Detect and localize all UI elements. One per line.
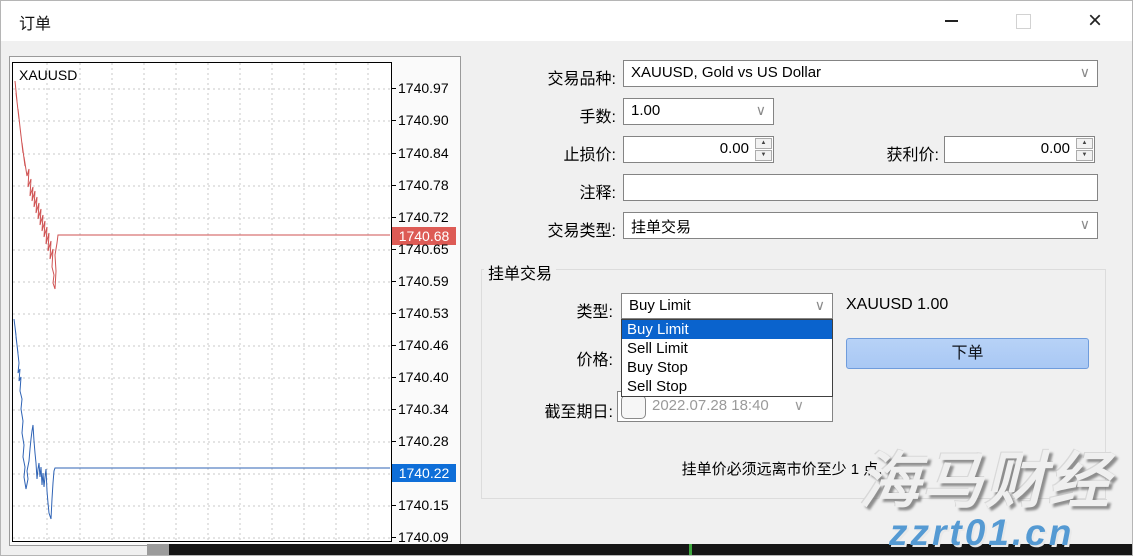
price-label: 价格: [501,346,613,370]
axis-price-label: 1740.09 [398,529,449,545]
chevron-down-icon: ∨ [1080,64,1090,81]
axis-price-label: 1740.28 [398,433,449,449]
axis-price-label: 1740.53 [398,305,449,321]
axis-price-label: 1740.15 [398,497,449,513]
expiry-checkbox[interactable] [621,395,646,419]
symbol-label: 交易品种: [481,65,616,89]
place-order-button[interactable]: 下单 [846,338,1089,369]
expiry-label: 截至期日: [479,398,613,422]
window-title: 订单 [19,10,51,34]
axis-tick [392,281,396,282]
axis-tick [392,185,396,186]
axis-tick [392,88,396,89]
dropdown-option-buy-limit[interactable]: Buy Limit [622,320,832,339]
spin-up-icon[interactable]: ▲ [1076,138,1093,149]
dropdown-option-buy-stop[interactable]: Buy Stop [622,358,832,377]
take-profit-spinner[interactable]: 0.00 ▲ ▼ [944,136,1095,163]
chevron-down-icon: ∨ [1080,216,1090,233]
volume-value: 1.00 [631,102,660,119]
stop-loss-label: 止损价: [481,141,616,165]
order-summary-label: XAUUSD 1.00 [846,296,948,314]
comment-label: 注释: [481,179,616,203]
axis-tick [392,441,396,442]
axis-price-label: 1740.78 [398,177,449,193]
bid-line [14,319,390,519]
chart-symbol-label: XAUUSD [19,67,77,83]
axis-price-label: 1740.40 [398,369,449,385]
spin-down-icon[interactable]: ▼ [1076,150,1093,161]
trade-type-value: 挂单交易 [631,216,691,237]
axis-price-label: 1740.97 [398,80,449,96]
axis-tick [392,120,396,121]
order-dialog-window: 订单 × XAUUSD 1740.97 1740.90 1740.84 1740.78… [0,0,1133,556]
dropdown-option-sell-stop[interactable]: Sell Stop [622,377,832,396]
symbol-value: XAUUSD, Gold vs US Dollar [631,64,821,81]
axis-tick [392,537,396,538]
order-type-dropdown-list: Buy LimitSell LimitBuy StopSell Stop [621,319,833,397]
axis-tick [392,409,396,410]
take-profit-spin-buttons: ▲ ▼ [1076,138,1093,161]
tick-chart-plot [12,62,392,542]
volume-combobox[interactable]: 1.00 ∨ [623,98,774,125]
axis-tick [392,153,396,154]
close-button[interactable]: × [1072,1,1118,41]
expiry-value: 2022.07.28 18:40 [652,397,769,414]
pending-order-group-title: 挂单交易 [484,260,556,284]
axis-price-label: 1740.59 [398,273,449,289]
take-profit-label: 获利价: [791,141,939,165]
axis-price-label: 1740.72 [398,209,449,225]
axis-price-label: 1740.46 [398,337,449,353]
maximize-button[interactable] [1000,1,1046,41]
ask-line [15,81,390,289]
axis-tick [392,345,396,346]
bottom-strip-gray-segment [147,544,169,556]
stop-loss-spin-buttons: ▲ ▼ [755,138,772,161]
axis-tick [392,505,396,506]
watermark-site: zzrt01.cn [889,512,1074,554]
bottom-strip-green-tick [689,544,692,556]
dropdown-option-sell-limit[interactable]: Sell Limit [622,339,832,358]
chevron-down-icon: ∨ [794,397,804,414]
order-type-value: Buy Limit [629,297,691,314]
spin-up-icon[interactable]: ▲ [755,138,772,149]
minimize-icon [945,20,958,22]
order-type-label: 类型: [501,298,613,322]
stop-loss-spinner[interactable]: 0.00 ▲ ▼ [623,136,774,163]
symbol-combobox[interactable]: XAUUSD, Gold vs US Dollar ∨ [623,60,1098,87]
stop-loss-value: 0.00 [720,140,749,157]
axis-tick [392,377,396,378]
watermark-brand: 海马财经 [859,431,1111,520]
axis-price-label: 1740.34 [398,401,449,417]
axis-tick [392,217,396,218]
trade-type-label: 交易类型: [481,217,616,241]
axis-price-label: 1740.84 [398,145,449,161]
chevron-down-icon: ∨ [815,297,825,314]
chevron-down-icon: ∨ [756,102,766,119]
bid-price-badge: 1740.22 [392,464,456,482]
title-bar: 订单 × [1,1,1133,41]
trade-type-combobox[interactable]: 挂单交易 ∨ [623,212,1098,239]
axis-price-label: 1740.90 [398,112,449,128]
comment-field[interactable] [624,175,1097,200]
axis-tick [392,249,396,250]
axis-price-label: 1740.65 [398,241,449,257]
spin-down-icon[interactable]: ▼ [755,150,772,161]
order-type-combobox[interactable]: Buy Limit ∨ [621,293,833,319]
take-profit-value: 0.00 [1041,140,1070,157]
comment-field-wrap [623,174,1098,201]
maximize-icon [1016,14,1031,29]
axis-tick [392,313,396,314]
volume-label: 手数: [481,103,616,127]
close-icon: × [1088,9,1102,33]
tick-chart-svg [13,63,391,541]
minimize-button[interactable] [928,1,974,41]
